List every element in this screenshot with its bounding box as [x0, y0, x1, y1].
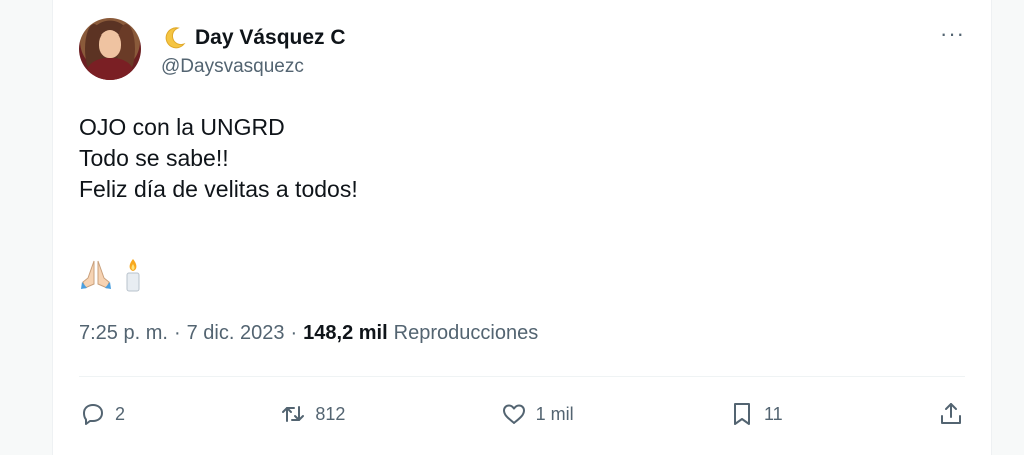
more-options-icon[interactable]: ···	[940, 23, 965, 45]
crescent-moon-icon	[165, 27, 186, 49]
meta-separator: ·	[173, 322, 181, 344]
bookmark-count: 11	[763, 403, 783, 424]
reply-count: 2	[115, 403, 126, 424]
bookmark-button[interactable]: 11	[728, 400, 783, 428]
action-bar: 2 812 1 mil 11	[79, 394, 965, 434]
tweet-line: Feliz día de velitas a todos!	[79, 176, 358, 202]
tweet-date[interactable]: 7 dic. 2023	[187, 322, 285, 345]
author-display-name[interactable]: Day Vásquez C	[195, 26, 346, 50]
repost-count: 812	[315, 403, 346, 424]
repost-icon	[282, 406, 305, 422]
tweet-meta: 7:25 p. m. · 7 dic. 2023 · 148,2 mil Rep…	[79, 322, 538, 345]
page: Day Vásquez C @Daysvasquezc ··· OJO con …	[0, 0, 1024, 455]
reply-icon	[83, 404, 103, 425]
heart-icon	[502, 404, 525, 424]
tweet-line: Todo se sabe!!	[79, 145, 229, 171]
tweet-card: Day Vásquez C @Daysvasquezc ··· OJO con …	[52, 0, 992, 455]
tweet-line: OJO con la UNGRD	[79, 114, 285, 140]
share-icon	[940, 403, 961, 424]
views-count[interactable]: 148,2 mil	[303, 322, 388, 345]
repost-button[interactable]: 812	[279, 400, 345, 428]
share-button[interactable]	[937, 400, 965, 428]
divider	[79, 376, 965, 377]
views-label: Reproducciones	[393, 322, 539, 344]
candle-icon	[126, 259, 140, 292]
author-name-row[interactable]: Day Vásquez C	[161, 24, 346, 52]
author-handle[interactable]: @Daysvasquezc	[161, 56, 304, 78]
tweet-time[interactable]: 7:25 p. m.	[79, 322, 168, 345]
like-button[interactable]: 1 mil	[500, 400, 574, 428]
reply-button[interactable]: 2	[79, 400, 125, 428]
tweet-text: OJO con la UNGRD Todo se sabe!! Feliz dí…	[79, 112, 358, 205]
emoji-row	[79, 258, 145, 292]
folded-hands-icon	[81, 260, 111, 289]
avatar[interactable]	[79, 18, 141, 80]
like-count: 1 mil	[535, 403, 574, 424]
bookmark-icon	[733, 403, 750, 425]
meta-separator: ·	[290, 322, 298, 344]
